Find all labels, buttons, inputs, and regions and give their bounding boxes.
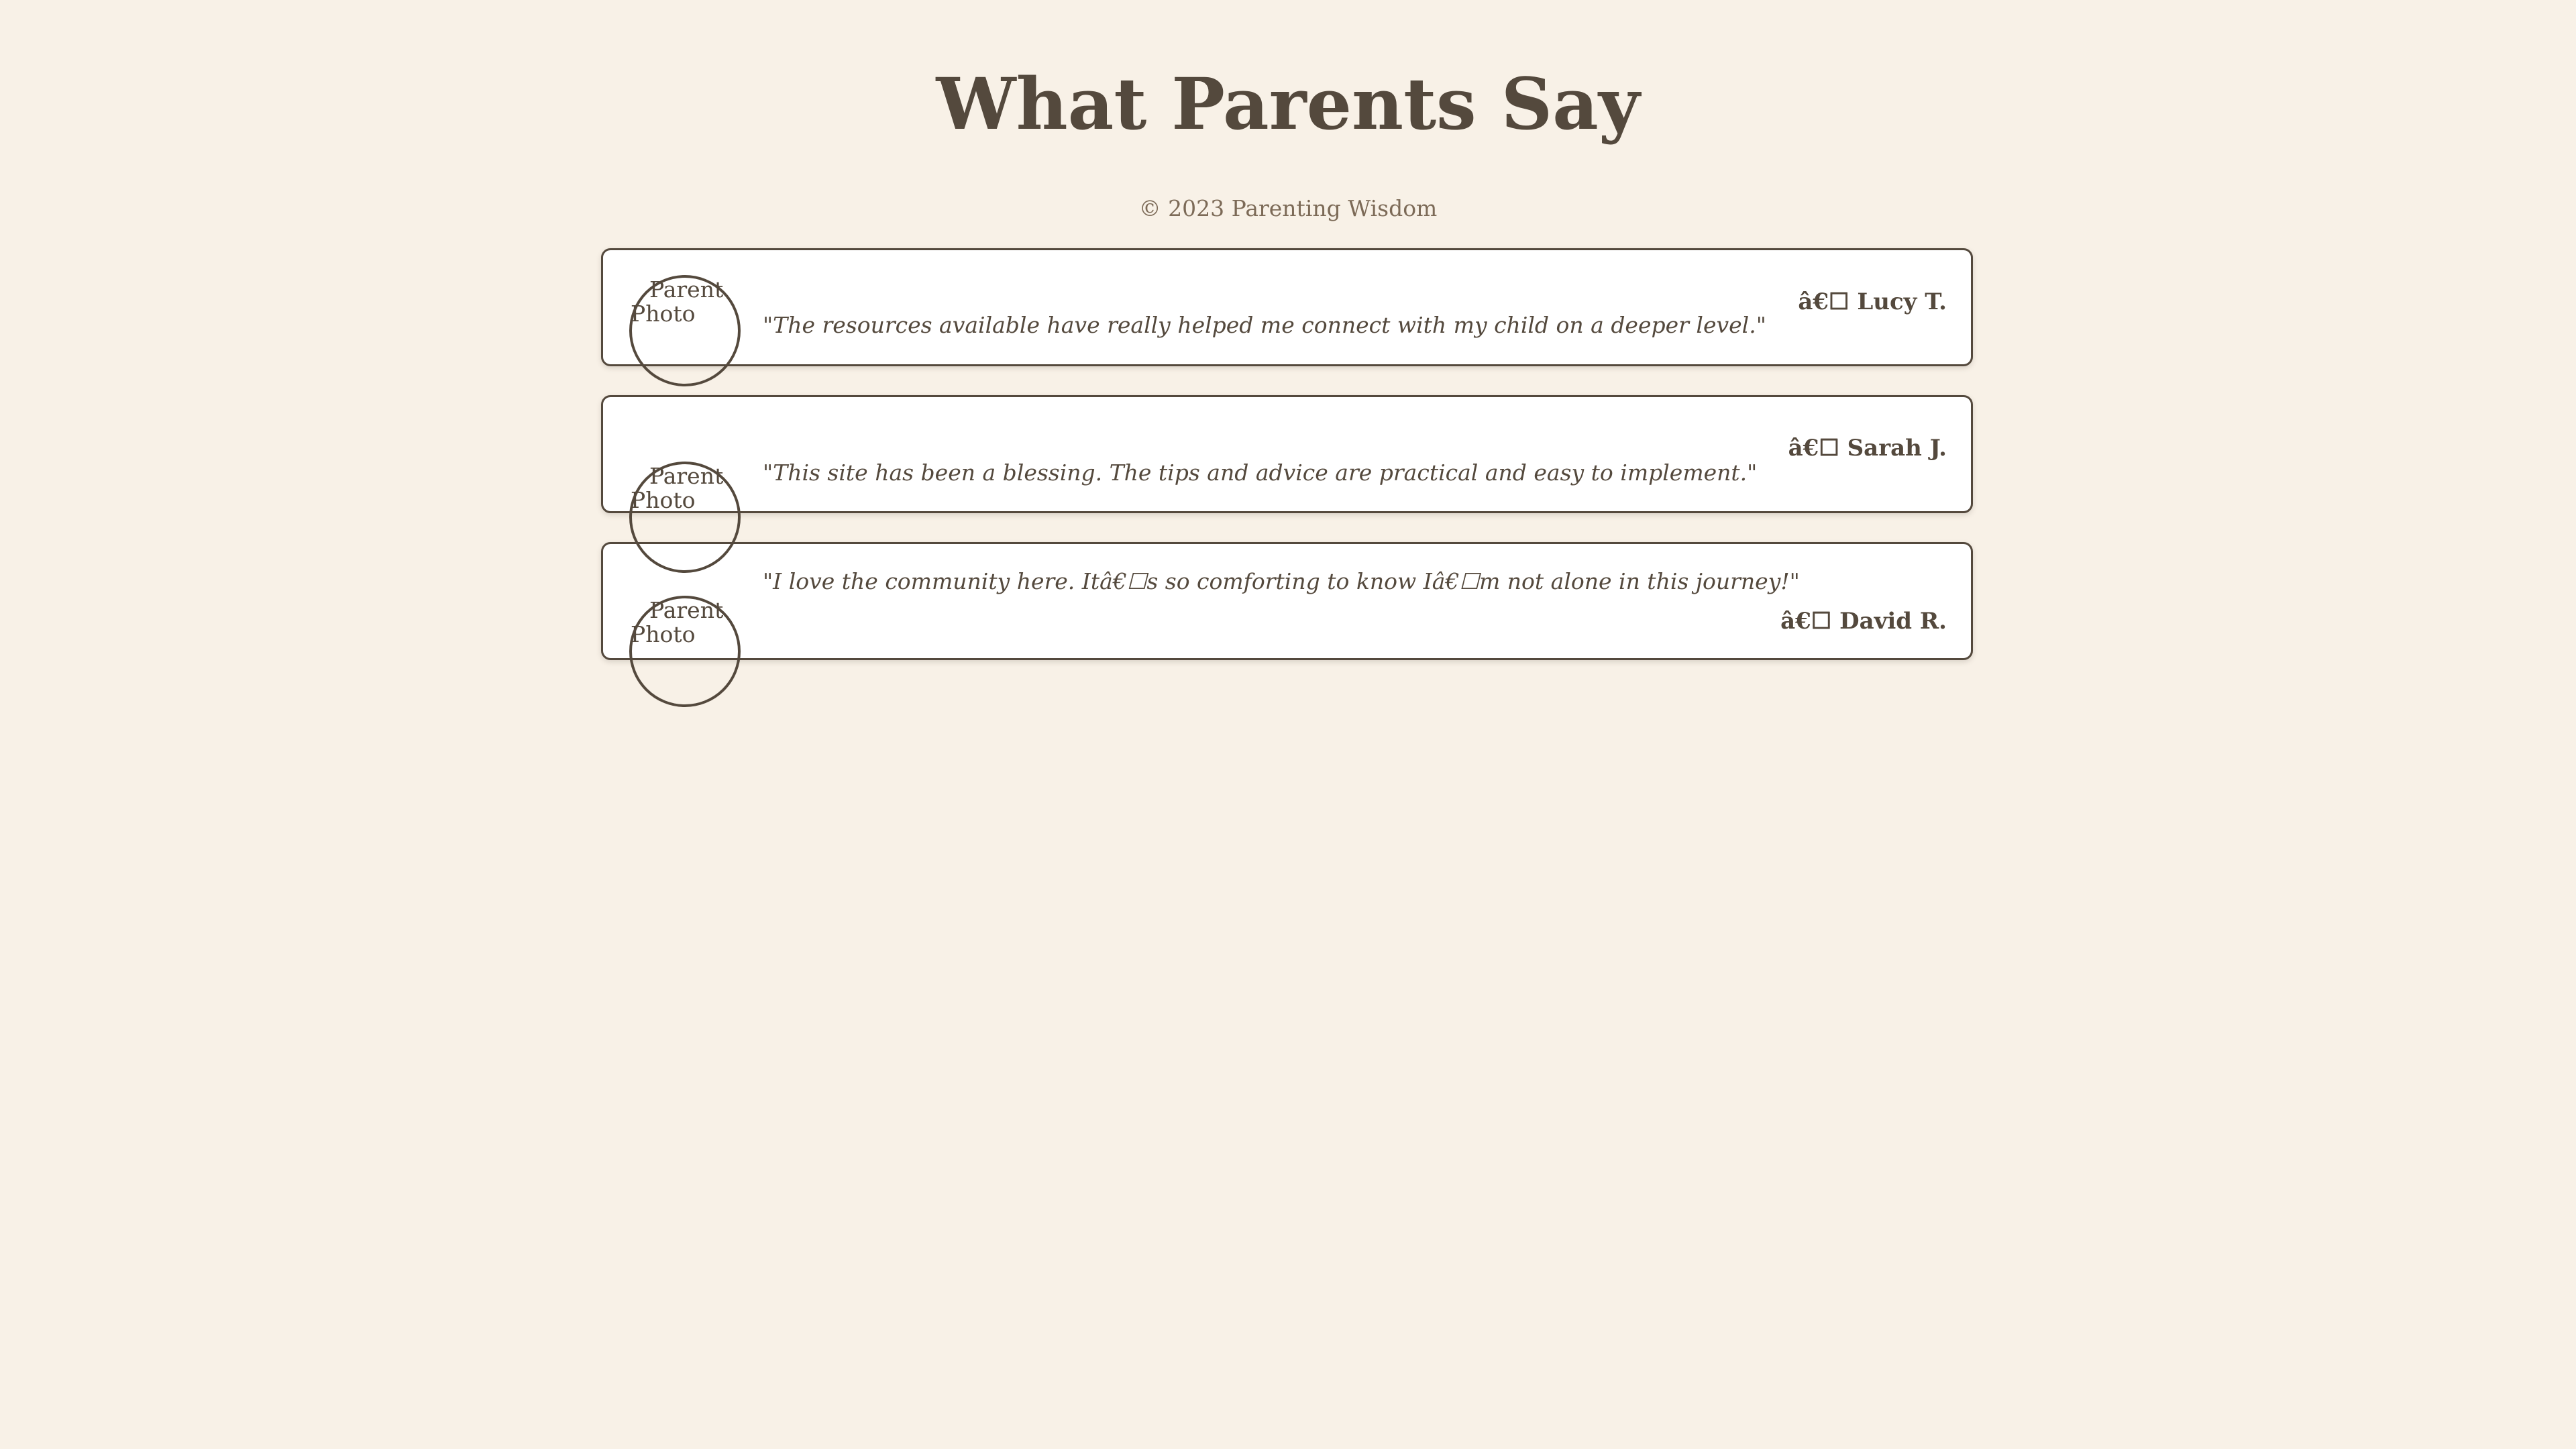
parent-photo-alt-text: Parent Photo [631, 276, 724, 327]
page-title: What Parents Say [936, 62, 1640, 146]
testimonial-author: â€☐ Sarah J. [1788, 435, 1947, 462]
testimonial-card [601, 542, 1973, 660]
testimonial-card [601, 395, 1973, 513]
copyright-text: © 2023 Parenting Wisdom [1138, 195, 1438, 221]
parent-photo: Parent Photo [629, 275, 741, 386]
testimonial-author: â€☐ David R. [1780, 608, 1947, 635]
parent-photo: Parent Photo [629, 462, 741, 573]
testimonial-author: â€☐ Lucy T. [1798, 288, 1947, 315]
testimonial-quote: "The resources available have really hel… [763, 312, 1766, 338]
parent-photo-alt-text: Parent Photo [631, 597, 724, 647]
testimonial-quote: "I love the community here. Itâ€☐s so co… [763, 568, 1800, 594]
parent-photo: Parent Photo [629, 596, 741, 707]
parent-photo-alt-text: Parent Photo [631, 463, 724, 513]
testimonial-card [601, 248, 1973, 366]
testimonial-quote: "This site has been a blessing. The tips… [763, 460, 1758, 486]
